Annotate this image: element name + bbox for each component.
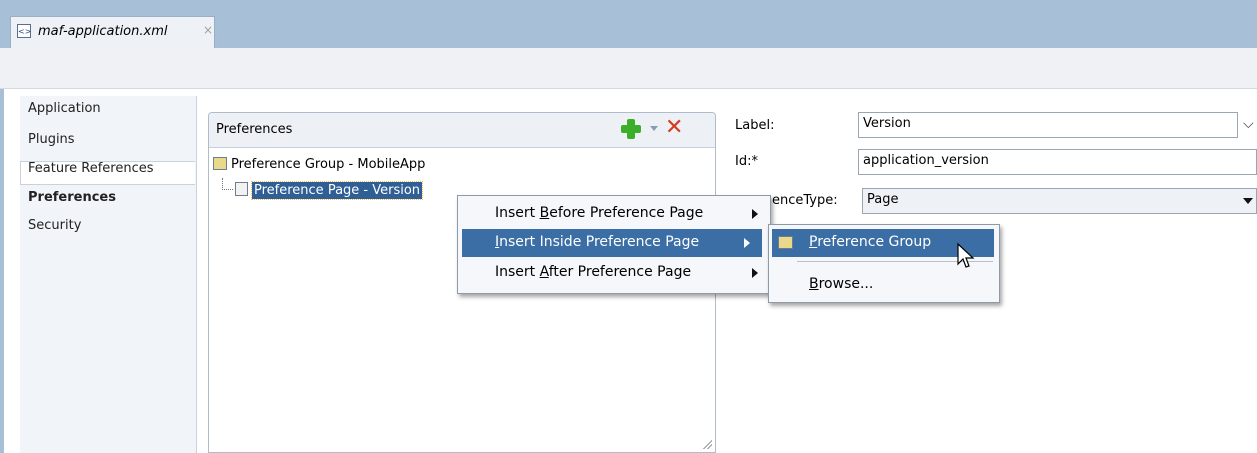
menu-item-insert-after[interactable]: Insert After Preference Page: [458, 259, 770, 287]
menu-mnemonic: B: [539, 205, 550, 221]
editor-tab-bar: <> maf-application.xml ×: [0, 0, 1257, 48]
menu-text-post: rowse...: [818, 276, 874, 292]
menu-text-pre: Insert: [495, 264, 540, 280]
preference-group-icon: [778, 236, 793, 249]
menu-mnemonic: B: [809, 276, 819, 292]
submenu-arrow-icon: [752, 268, 758, 278]
delete-icon[interactable]: ✕: [665, 116, 683, 140]
tree-node-label-selected: Preference Page - Version: [250, 181, 424, 200]
submenu-arrow-icon: [752, 209, 758, 219]
nav-item-preferences[interactable]: Preferences: [28, 190, 116, 205]
editor-tab-title: maf-application.xml: [38, 24, 168, 39]
preferences-panel-title: Preferences: [216, 122, 293, 137]
id-field-label: Id:*: [735, 154, 758, 169]
submenu-item-label: Preference Group: [809, 234, 931, 250]
dropdown-arrow-icon[interactable]: [1243, 198, 1253, 204]
menu-item-label: Insert Inside Preference Page: [495, 234, 699, 250]
preference-page-icon: [235, 182, 248, 196]
add-icon[interactable]: [620, 118, 642, 140]
close-tab-icon[interactable]: ×: [203, 23, 213, 37]
menu-mnemonic: A: [539, 264, 549, 280]
id-input[interactable]: application_version: [858, 149, 1257, 175]
nav-item-plugins[interactable]: Plugins: [28, 132, 75, 147]
preferences-panel-header: Preferences ✕: [209, 113, 715, 148]
preference-group-icon: [213, 157, 227, 170]
preference-type-select[interactable]: Page: [862, 188, 1257, 214]
mouse-cursor-icon: [957, 242, 975, 268]
menu-item-insert-inside[interactable]: Insert Inside Preference Page: [462, 229, 762, 257]
overview-nav-pane: [20, 96, 197, 453]
nav-item-application[interactable]: Application: [28, 101, 101, 116]
menu-text-post: fter Preference Page: [548, 264, 692, 280]
menu-text-post: reference Group: [817, 234, 932, 250]
resize-grip-icon[interactable]: [702, 439, 712, 449]
editor-tab[interactable]: <> maf-application.xml ×: [10, 16, 215, 48]
tree-node-preference-page[interactable]: Preference Page - Version: [235, 181, 424, 200]
submenu-item-label: Browse...: [809, 276, 873, 292]
submenu-arrow-icon: [744, 238, 750, 248]
editor-toolbar: [0, 48, 1257, 89]
tree-node-preference-group[interactable]: Preference Group - MobileApp: [213, 157, 425, 172]
nav-item-security[interactable]: Security: [28, 218, 81, 233]
tree-connector: [222, 178, 233, 190]
menu-item-insert-before[interactable]: Insert Before Preference Page: [458, 200, 770, 228]
context-menu: Insert Before Preference Page Insert Ins…: [457, 195, 771, 294]
preference-type-value: Page: [867, 192, 899, 207]
menu-text-post: efore Preference Page: [549, 205, 704, 221]
preference-type-label: enceType:: [772, 193, 838, 208]
submenu-item-browse[interactable]: Browse...: [772, 271, 994, 299]
chevron-down-icon[interactable]: ⌵: [1243, 116, 1254, 132]
label-input[interactable]: Version: [858, 112, 1238, 138]
menu-item-label: Insert After Preference Page: [495, 264, 691, 280]
menu-text-pre: Insert: [495, 205, 540, 221]
menu-text-post: nsert Inside Preference Page: [499, 234, 700, 250]
xml-file-icon: <>: [17, 24, 31, 38]
nav-item-feature-references[interactable]: Feature References: [28, 161, 154, 176]
label-field-label: Label:: [735, 118, 775, 133]
tree-node-label: Preference Group - MobileApp: [231, 157, 426, 172]
menu-mnemonic: P: [809, 234, 818, 250]
add-dropdown-icon[interactable]: [650, 126, 658, 131]
menu-item-label: Insert Before Preference Page: [495, 205, 703, 221]
